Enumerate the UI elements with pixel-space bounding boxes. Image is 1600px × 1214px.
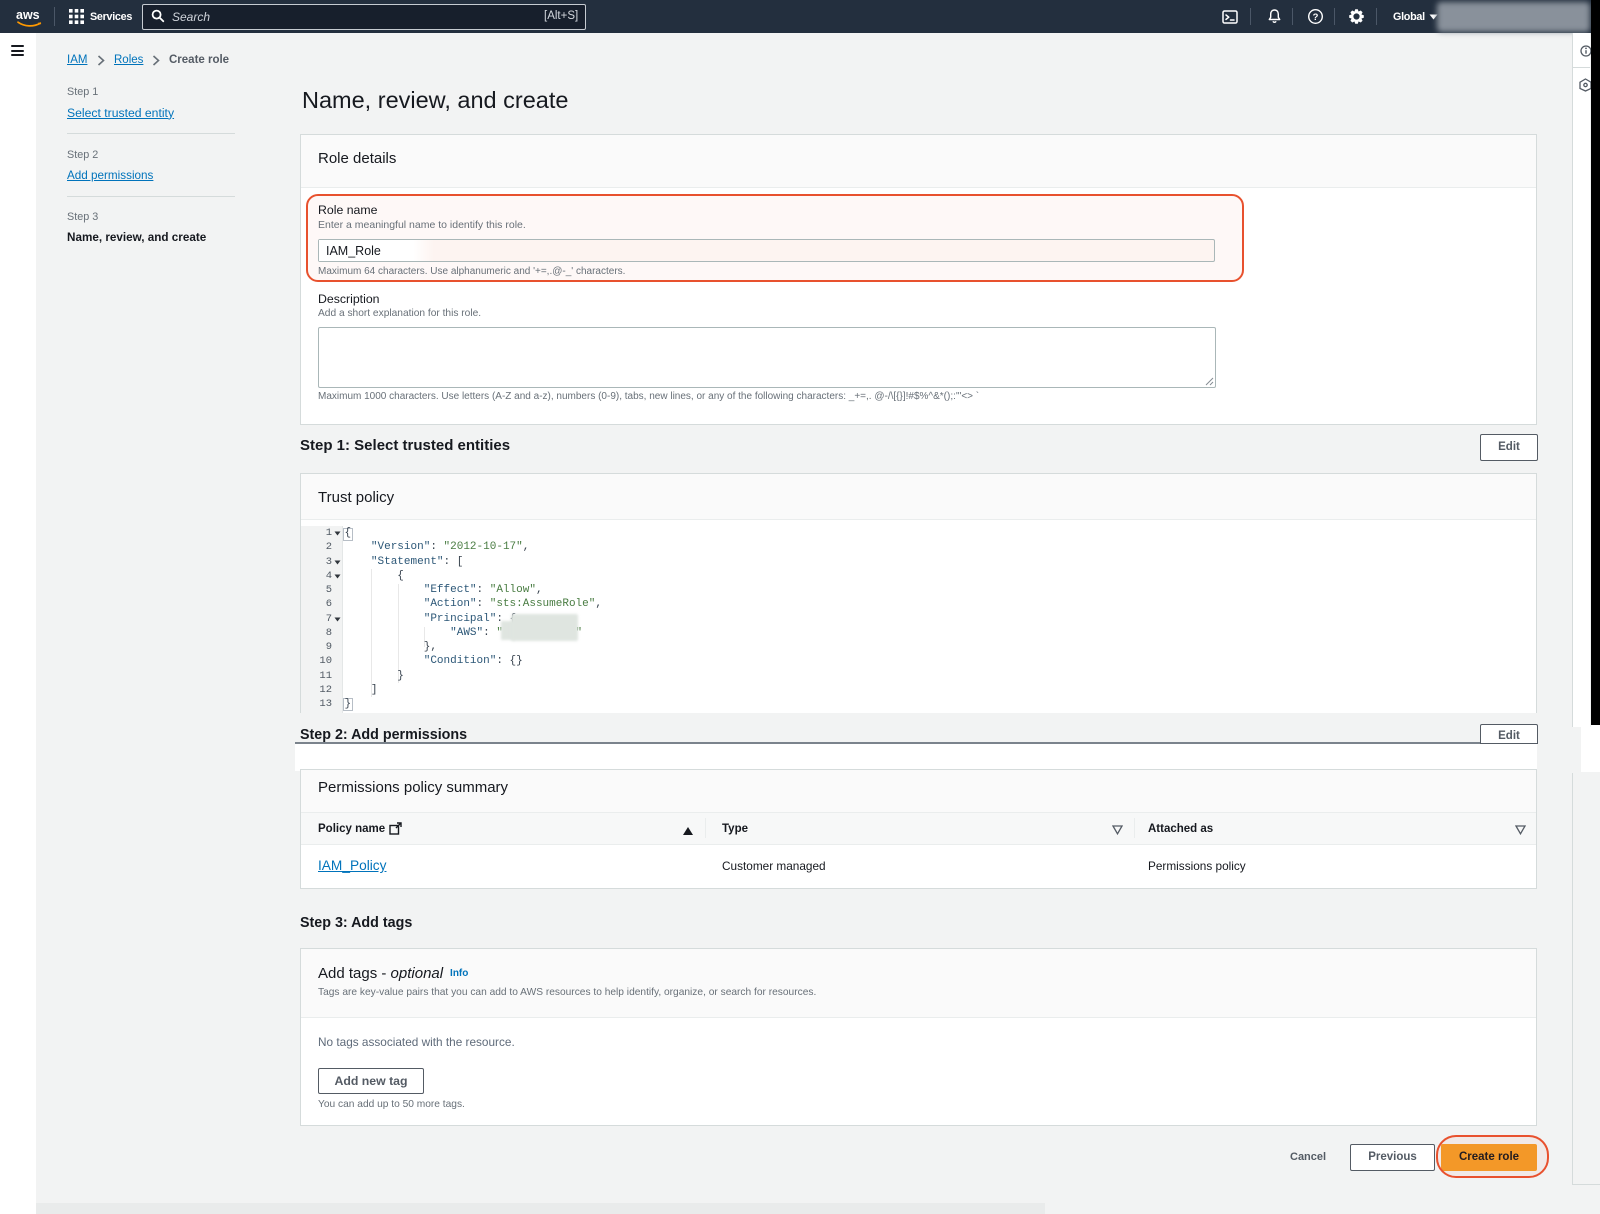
svg-text:?: ? <box>1313 12 1319 23</box>
svg-text:aws: aws <box>16 8 40 22</box>
